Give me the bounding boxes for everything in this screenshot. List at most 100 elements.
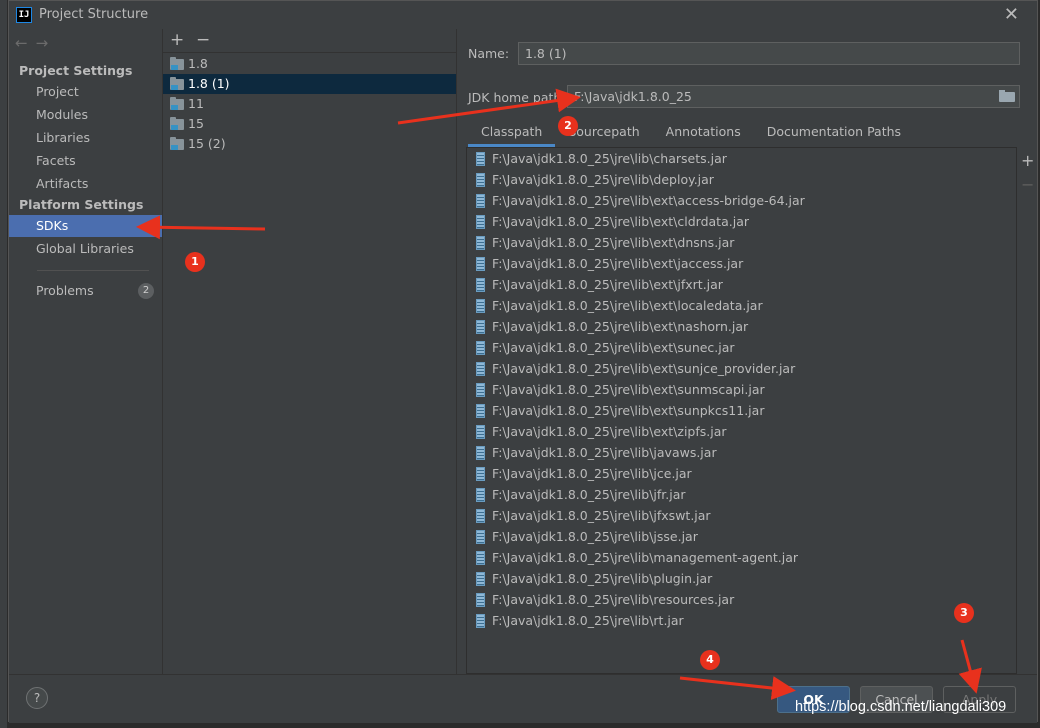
sdk-list-item-label: 1.8 — [188, 56, 208, 71]
project-structure-dialog: IJ Project Structure ✕ ←→ Project Settin… — [8, 0, 1038, 723]
back-arrow-icon[interactable]: ← — [15, 34, 36, 52]
nav-item-project[interactable]: Project — [9, 81, 162, 103]
sdk-list-item[interactable]: 11 — [163, 94, 456, 114]
jdk-home-path-label: JDK home path: — [468, 90, 566, 105]
classpath-path: F:\Java\jdk1.8.0_25\jre\lib\ext\cldrdata… — [492, 214, 749, 229]
sdk-tabs: Classpath Sourcepath Annotations Documentat… — [468, 121, 914, 147]
classpath-row[interactable]: F:\Java\jdk1.8.0_25\jre\lib\ext\nashorn.… — [467, 316, 1016, 337]
jar-archive-icon — [476, 256, 485, 271]
platform-settings-header: Platform Settings — [19, 197, 144, 212]
close-icon[interactable]: ✕ — [1004, 4, 1019, 25]
jar-archive-icon — [476, 487, 485, 502]
jar-archive-icon — [476, 466, 485, 481]
classpath-path: F:\Java\jdk1.8.0_25\jre\lib\jfr.jar — [492, 487, 686, 502]
classpath-row[interactable]: F:\Java\jdk1.8.0_25\jre\lib\ext\dnsns.ja… — [467, 232, 1016, 253]
sdk-list-item[interactable]: 15 — [163, 114, 456, 134]
classpath-row[interactable]: F:\Java\jdk1.8.0_25\jre\lib\jce.jar — [467, 463, 1016, 484]
sdk-list-item[interactable]: 1.8 — [163, 54, 456, 74]
tab-classpath[interactable]: Classpath — [468, 121, 556, 147]
classpath-row[interactable]: F:\Java\jdk1.8.0_25\jre\lib\ext\jaccess.… — [467, 253, 1016, 274]
nav-item-modules[interactable]: Modules — [9, 104, 162, 126]
classpath-row[interactable]: F:\Java\jdk1.8.0_25\jre\lib\ext\jfxrt.ja… — [467, 274, 1016, 295]
jar-archive-icon — [476, 214, 485, 229]
classpath-row[interactable]: F:\Java\jdk1.8.0_25\jre\lib\ext\sunmscap… — [467, 379, 1016, 400]
classpath-row[interactable]: F:\Java\jdk1.8.0_25\jre\lib\ext\sunec.ja… — [467, 337, 1016, 358]
sdk-name-field[interactable]: 1.8 (1) — [518, 42, 1020, 65]
sdk-list-item[interactable]: 1.8 (1) — [163, 74, 456, 94]
classpath-path: F:\Java\jdk1.8.0_25\jre\lib\ext\jfxrt.ja… — [492, 277, 723, 292]
jdk-home-path-field[interactable]: F:\Java\jdk1.8.0_25 — [567, 85, 1020, 108]
classpath-path: F:\Java\jdk1.8.0_25\jre\lib\management-a… — [492, 550, 799, 565]
jar-archive-icon — [476, 151, 485, 166]
classpath-path: F:\Java\jdk1.8.0_25\jre\lib\javaws.jar — [492, 445, 717, 460]
sdk-list-panel: + − 1.8 1.8 (1) 11 15 15 (2) — [162, 29, 457, 674]
sdk-details-panel: Name: 1.8 (1) JDK home path: F:\Java\jdk… — [458, 29, 1037, 674]
classpath-row[interactable]: F:\Java\jdk1.8.0_25\jre\lib\plugin.jar — [467, 568, 1016, 589]
classpath-row[interactable]: F:\Java\jdk1.8.0_25\jre\lib\ext\zipfs.ja… — [467, 421, 1016, 442]
classpath-row[interactable]: F:\Java\jdk1.8.0_25\jre\lib\javaws.jar — [467, 442, 1016, 463]
jar-archive-icon — [476, 382, 485, 397]
classpath-path: F:\Java\jdk1.8.0_25\jre\lib\charsets.jar — [492, 151, 727, 166]
nav-item-facets[interactable]: Facets — [9, 150, 162, 172]
annotation-2-badge: 2 — [558, 116, 578, 136]
classpath-row[interactable]: F:\Java\jdk1.8.0_25\jre\lib\ext\access-b… — [467, 190, 1016, 211]
name-label: Name: — [468, 46, 510, 61]
sdk-list-item-label: 11 — [188, 96, 204, 111]
classpath-path: F:\Java\jdk1.8.0_25\jre\lib\resources.ja… — [492, 592, 735, 607]
classpath-row[interactable]: F:\Java\jdk1.8.0_25\jre\lib\management-a… — [467, 547, 1016, 568]
nav-item-libraries[interactable]: Libraries — [9, 127, 162, 149]
nav-item-global-libraries[interactable]: Global Libraries — [9, 238, 162, 260]
add-sdk-plus-icon[interactable]: + — [170, 30, 184, 50]
background-ide-strip — [0, 0, 8, 728]
jar-archive-icon — [476, 319, 485, 334]
classpath-path: F:\Java\jdk1.8.0_25\jre\lib\rt.jar — [492, 613, 684, 628]
jar-archive-icon — [476, 403, 485, 418]
classpath-path: F:\Java\jdk1.8.0_25\jre\lib\ext\sunjce_p… — [492, 361, 796, 376]
classpath-path: F:\Java\jdk1.8.0_25\jre\lib\ext\sunpkcs1… — [492, 403, 765, 418]
sdk-list-item[interactable]: 15 (2) — [163, 134, 456, 154]
add-classpath-plus-icon[interactable]: + — [1021, 153, 1034, 169]
classpath-row[interactable]: F:\Java\jdk1.8.0_25\jre\lib\ext\sunjce_p… — [467, 358, 1016, 379]
remove-classpath-minus-icon[interactable]: − — [1021, 177, 1034, 193]
classpath-side-toolbar: + − — [1016, 147, 1037, 674]
classpath-row[interactable]: F:\Java\jdk1.8.0_25\jre\lib\deploy.jar — [467, 169, 1016, 190]
nav-item-artifacts[interactable]: Artifacts — [9, 173, 162, 195]
jdk-folder-icon — [170, 76, 184, 90]
annotation-3-badge: 3 — [954, 603, 974, 623]
settings-nav: ←→ Project Settings Project Modules Libr… — [9, 29, 162, 674]
classpath-row[interactable]: F:\Java\jdk1.8.0_25\jre\lib\jfr.jar — [467, 484, 1016, 505]
classpath-row[interactable]: F:\Java\jdk1.8.0_25\jre\lib\resources.ja… — [467, 589, 1016, 610]
window-title: Project Structure — [39, 7, 149, 22]
jar-archive-icon — [476, 424, 485, 439]
classpath-row[interactable]: F:\Java\jdk1.8.0_25\jre\lib\ext\sunpkcs1… — [467, 400, 1016, 421]
jar-archive-icon — [476, 613, 485, 628]
forward-arrow-icon[interactable]: → — [36, 34, 57, 52]
classpath-path: F:\Java\jdk1.8.0_25\jre\lib\jce.jar — [492, 466, 692, 481]
classpath-row[interactable]: F:\Java\jdk1.8.0_25\jre\lib\jsse.jar — [467, 526, 1016, 547]
tab-documentation-paths[interactable]: Documentation Paths — [754, 121, 914, 147]
classpath-path: F:\Java\jdk1.8.0_25\jre\lib\jfxswt.jar — [492, 508, 711, 523]
help-button[interactable]: ? — [26, 687, 48, 709]
browse-folder-icon[interactable] — [999, 89, 1015, 103]
jar-archive-icon — [476, 172, 485, 187]
tab-annotations[interactable]: Annotations — [653, 121, 754, 147]
jar-archive-icon — [476, 361, 485, 376]
jdk-home-path-value: F:\Java\jdk1.8.0_25 — [574, 89, 692, 104]
classpath-row[interactable]: F:\Java\jdk1.8.0_25\jre\lib\ext\cldrdata… — [467, 211, 1016, 232]
nav-back-forward: ←→ — [15, 34, 56, 52]
project-settings-header: Project Settings — [19, 63, 133, 78]
watermark-text: https://blog.csdn.net/liangdali309 — [795, 699, 1007, 715]
classpath-row[interactable]: F:\Java\jdk1.8.0_25\jre\lib\rt.jar — [467, 610, 1016, 631]
classpath-path: F:\Java\jdk1.8.0_25\jre\lib\jsse.jar — [492, 529, 698, 544]
jdk-folder-icon — [170, 96, 184, 110]
classpath-row[interactable]: F:\Java\jdk1.8.0_25\jre\lib\jfxswt.jar — [467, 505, 1016, 526]
classpath-row[interactable]: F:\Java\jdk1.8.0_25\jre\lib\charsets.jar — [467, 148, 1016, 169]
remove-sdk-minus-icon[interactable]: − — [196, 30, 210, 50]
classpath-row[interactable]: F:\Java\jdk1.8.0_25\jre\lib\ext\localeda… — [467, 295, 1016, 316]
nav-item-sdks[interactable]: SDKs — [9, 215, 162, 237]
jar-archive-icon — [476, 508, 485, 523]
sdk-list: 1.8 1.8 (1) 11 15 15 (2) — [163, 54, 456, 154]
jar-archive-icon — [476, 445, 485, 460]
nav-item-problems[interactable]: Problems 2 — [9, 280, 162, 302]
annotation-4-badge: 4 — [700, 650, 720, 670]
